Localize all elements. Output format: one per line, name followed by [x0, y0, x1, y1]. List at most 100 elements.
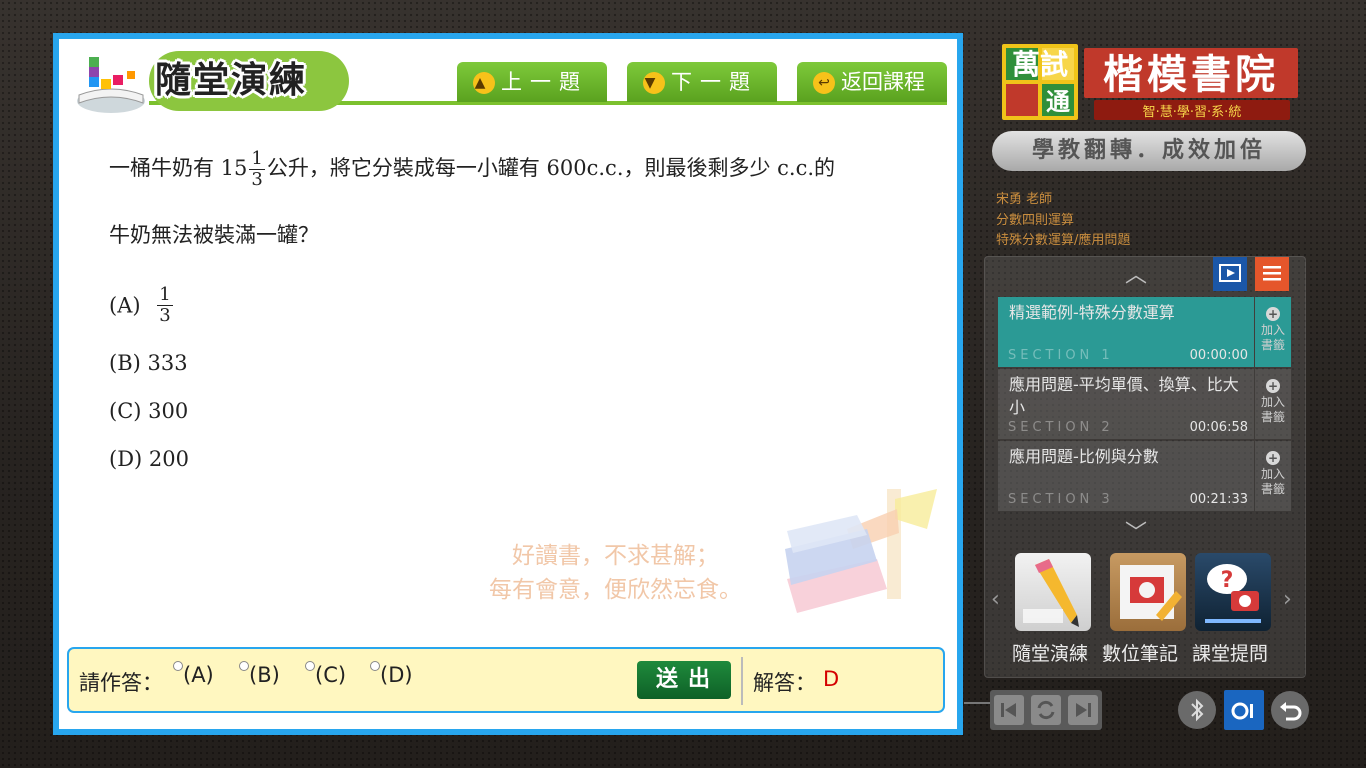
- section-label: SECTION 1: [1008, 348, 1114, 363]
- tools-prev-arrow-icon[interactable]: ‹: [991, 587, 1000, 612]
- section-label: SECTION 3: [1008, 492, 1114, 507]
- option-d: (D) 200: [109, 447, 189, 471]
- brand-logo: 萬試 通 楷模書院 智·慧·學·習·系·統: [1002, 44, 1298, 120]
- choice-d-label: (D): [380, 663, 413, 687]
- fraction-numerator: 1: [249, 148, 265, 170]
- scroll-down-chevron-icon[interactable]: ﹀: [1125, 515, 1147, 547]
- question-text-before: 一桶牛奶有 15: [109, 156, 248, 180]
- playback-controls: [990, 690, 1102, 730]
- fraction-denominator: 3: [251, 169, 263, 190]
- bluetooth-icon[interactable]: [1178, 691, 1216, 729]
- choice-c-radio[interactable]: (C): [305, 661, 347, 687]
- svg-text:?: ?: [1221, 568, 1234, 593]
- app-icon[interactable]: [1224, 690, 1264, 730]
- plus-icon: +: [1266, 379, 1280, 393]
- answer-value: D: [823, 667, 840, 691]
- scroll-up-chevron-icon[interactable]: ︿: [1125, 257, 1147, 289]
- quote-line2: 每有會意，便欣然忘食。: [489, 577, 742, 603]
- choice-c-label: (C): [315, 663, 347, 687]
- back-to-course-button[interactable]: ↩ 返回課程: [797, 62, 947, 102]
- choice-a-label: (A): [183, 663, 214, 687]
- logo-text-top: 萬試: [1012, 48, 1068, 81]
- arrow-up-icon: ▲: [473, 72, 495, 94]
- section-item-1[interactable]: 精選範例-特殊分數運算 SECTION 1 00:00:00: [998, 297, 1254, 367]
- notebook-icon: [1120, 565, 1182, 621]
- skip-back-icon[interactable]: [994, 695, 1024, 725]
- divider: [741, 657, 743, 705]
- prev-question-label: 上一題: [501, 70, 588, 94]
- notes-tool-button[interactable]: [1110, 553, 1186, 631]
- option-b: (B) 333: [109, 351, 188, 375]
- page-title: 隨堂演練: [155, 60, 308, 101]
- video-tab-icon[interactable]: [1213, 257, 1247, 291]
- submit-button[interactable]: 送出: [637, 661, 731, 699]
- option-a-denominator: 3: [159, 305, 171, 326]
- choice-a-radio[interactable]: (A): [173, 661, 214, 687]
- prev-question-button[interactable]: ▲ 上一題: [457, 62, 607, 102]
- tools-next-arrow-icon[interactable]: ›: [1283, 587, 1292, 612]
- chapter-panel: ︿ 精選範例-特殊分數運算 SECTION 1 00:00:00 + 加入書籤 應…: [984, 256, 1306, 678]
- loop-icon[interactable]: [1031, 695, 1061, 725]
- next-question-button[interactable]: ▼ 下一題: [627, 62, 777, 102]
- radio-circle[interactable]: [173, 661, 183, 671]
- choice-d-radio[interactable]: (D): [370, 661, 413, 687]
- radio-circle[interactable]: [370, 661, 380, 671]
- answer-prompt: 請作答：: [79, 671, 163, 695]
- section-time: 00:06:58: [1189, 420, 1248, 435]
- option-a: (A) 13: [109, 285, 175, 326]
- answer-label: 解答：: [753, 671, 816, 695]
- bookmark-button-3[interactable]: + 加入書籤: [1255, 441, 1291, 511]
- pencil-icon: [1023, 559, 1079, 627]
- bookmark-label: 加入書籤: [1260, 323, 1285, 352]
- quote-line1: 好讀書，不求甚解；: [512, 543, 719, 569]
- bookmark-button-1[interactable]: + 加入書籤: [1255, 297, 1291, 367]
- return-icon: ↩: [813, 72, 835, 94]
- menu-tab-icon[interactable]: [1255, 257, 1289, 291]
- unit-name: 分數四則運算: [996, 213, 1075, 228]
- section-title: 精選範例-特殊分數運算: [1009, 303, 1175, 322]
- question-camera-icon: ?: [1205, 564, 1261, 623]
- practice-content: 隨堂演練 ▲ 上一題 ▼ 下一題 ↩ 返回課程 一桶牛奶有 15 1 3 公升，將它分裝成每…: [59, 39, 957, 729]
- section-label: SECTION 2: [1008, 420, 1114, 435]
- question-text-after: 公升，將它分裝成每一小罐有 600c.c.，則最後剩多少 c.c.的: [266, 156, 836, 180]
- ask-tool-button[interactable]: ?: [1195, 553, 1271, 631]
- choice-b-radio[interactable]: (B): [239, 661, 280, 687]
- option-a-fraction: 13: [157, 284, 173, 326]
- practice-logo-icon: [77, 57, 145, 113]
- section-title: 應用問題-平均單價、換算、比大小: [1009, 375, 1239, 417]
- bookmark-label: 加入書籤: [1260, 395, 1285, 424]
- option-a-numerator: 1: [157, 284, 173, 306]
- section-item-3[interactable]: 應用問題-比例與分數 SECTION 3 00:21:33: [998, 441, 1254, 511]
- practice-tool-button[interactable]: [1015, 553, 1091, 631]
- teacher-name: 宋勇 老師: [996, 192, 1053, 207]
- question-fraction: 13: [249, 148, 265, 190]
- undo-icon[interactable]: [1271, 691, 1309, 729]
- plus-icon: +: [1266, 307, 1280, 321]
- notes-tool-label[interactable]: 數位筆記: [1102, 639, 1178, 666]
- logo-text-bottom: 通: [1046, 88, 1070, 116]
- skip-forward-icon[interactable]: [1068, 695, 1098, 725]
- logo-name: 楷模書院: [1103, 52, 1279, 98]
- ask-tool-label[interactable]: 課堂提問: [1192, 639, 1268, 666]
- logo-sub: 智·慧·學·習·系·統: [1143, 104, 1242, 120]
- choice-b-label: (B): [249, 663, 280, 687]
- bookmark-button-2[interactable]: + 加入書籤: [1255, 369, 1291, 439]
- option-c: (C) 300: [109, 399, 189, 423]
- quote-watermark: 好讀書，不求甚解； 每有會意，便欣然忘食。: [489, 539, 742, 607]
- practice-tool-label[interactable]: 隨堂演練: [1012, 639, 1088, 666]
- bookmark-label: 加入書籤: [1260, 467, 1285, 496]
- question-text: 一桶牛奶有 15 1 3 公升，將它分裝成每一小罐有 600c.c.，則最後剩多少 c…: [109, 149, 949, 190]
- back-to-course-label: 返回課程: [841, 70, 925, 94]
- arrow-down-icon: ▼: [643, 72, 665, 94]
- radio-circle[interactable]: [239, 661, 249, 671]
- answer-bar: 請作答： (A) (B) (C) (D) 送出 解答： D: [67, 647, 945, 713]
- section-time: 00:21:33: [1189, 492, 1248, 507]
- connector-line: [964, 702, 992, 704]
- option-a-label: (A): [109, 293, 141, 318]
- topic-name: 特殊分數運算/應用問題: [996, 233, 1131, 248]
- practice-panel: 隨堂演練 ▲ 上一題 ▼ 下一題 ↩ 返回課程 一桶牛奶有 15 1 3 公升，將它分裝成每…: [53, 33, 963, 735]
- radio-circle[interactable]: [305, 661, 315, 671]
- books-illustration-icon: [785, 489, 937, 613]
- section-item-2[interactable]: 應用問題-平均單價、換算、比大小 SECTION 2 00:06:58: [998, 369, 1254, 439]
- plus-icon: +: [1266, 451, 1280, 465]
